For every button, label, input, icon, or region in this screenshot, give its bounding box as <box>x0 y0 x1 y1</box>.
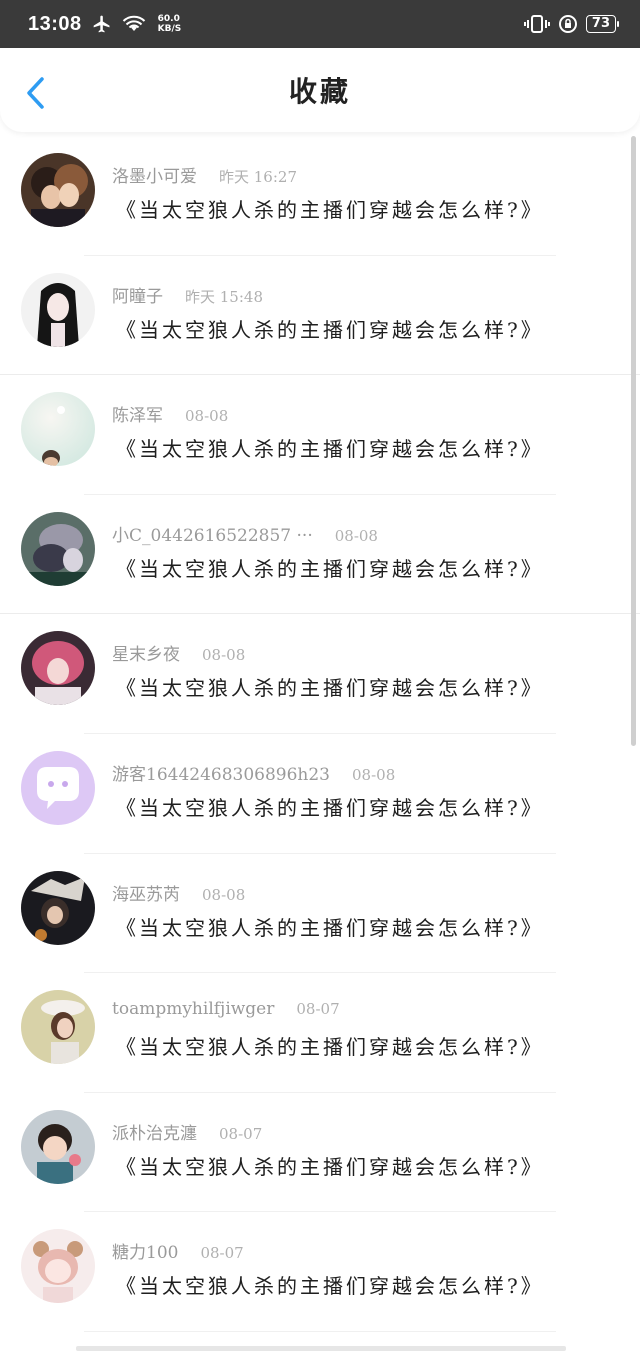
list-item[interactable]: 派朴治克瀍 08-07 《当太空狼人杀的主播们穿越会怎么样?》 <box>0 1093 640 1213</box>
wifi-icon <box>122 15 145 31</box>
list-item[interactable]: 糖力100 08-07 《当太空狼人杀的主播们穿越会怎么样?》 <box>0 1212 640 1332</box>
bottom-loading-bar <box>76 1346 566 1351</box>
network-speed-value: 60.0 <box>157 14 180 24</box>
rotation-lock-icon <box>558 15 577 33</box>
favorite-content[interactable]: 《当太空狼人杀的主播们穿越会怎么样?》 <box>116 194 544 223</box>
chevron-left-icon <box>27 77 44 109</box>
avatar[interactable] <box>21 870 95 945</box>
timestamp: 08-08 <box>334 526 378 545</box>
favorite-content[interactable]: 《当太空狼人杀的主播们穿越会怎么样?》 <box>116 912 544 941</box>
favorites-list: 洛墨小可爱 昨天 16:27 《当太空狼人杀的主播们穿越会怎么样?》 阿瞳子 昨… <box>0 136 640 1332</box>
list-item[interactable]: 洛墨小可爱 昨天 16:27 《当太空狼人杀的主播们穿越会怎么样?》 <box>0 136 640 256</box>
favorite-content[interactable]: 《当太空狼人杀的主播们穿越会怎么样?》 <box>116 314 544 343</box>
network-speed-unit: KB/S <box>157 24 182 34</box>
timestamp: 08-08 <box>185 407 229 426</box>
username[interactable]: 洛墨小可爱 <box>112 162 197 187</box>
timestamp: 08-07 <box>296 1000 340 1019</box>
username[interactable]: 陈泽军 <box>112 401 163 426</box>
timestamp: 08-07 <box>200 1244 244 1263</box>
list-item[interactable]: 陈泽军 08-08 《当太空狼人杀的主播们穿越会怎么样?》 <box>0 375 640 495</box>
page-title: 收藏 <box>288 75 351 108</box>
list-item[interactable]: 星末乡夜 08-08 《当太空狼人杀的主播们穿越会怎么样?》 <box>0 614 640 734</box>
timestamp: 08-08 <box>202 885 246 904</box>
back-button[interactable] <box>22 76 52 110</box>
list-item[interactable]: toampmyhilfjiwger 08-07 《当太空狼人杀的主播们穿越会怎么… <box>0 973 640 1093</box>
status-bar: 13:08 60.0 KB/S 73 <box>0 0 640 48</box>
avatar[interactable] <box>21 511 95 586</box>
top-nav-bar: 收藏 <box>0 48 640 132</box>
battery-indicator: 73 <box>585 15 620 33</box>
avatar[interactable] <box>21 750 95 825</box>
favorite-content[interactable]: 《当太空狼人杀的主播们穿越会怎么样?》 <box>116 1031 544 1060</box>
airplane-mode-icon <box>93 15 110 33</box>
timestamp: 昨天 15:48 <box>185 287 263 306</box>
favorite-content[interactable]: 《当太空狼人杀的主播们穿越会怎么样?》 <box>116 433 544 462</box>
list-item[interactable]: 小C_0442616522857 ··· 08-08 《当太空狼人杀的主播们穿越… <box>0 495 640 615</box>
favorite-content[interactable]: 《当太空狼人杀的主播们穿越会怎么样?》 <box>116 553 544 582</box>
status-time: 13:08 <box>28 12 82 35</box>
avatar[interactable] <box>21 153 95 227</box>
list-item[interactable]: 海巫苏芮 08-08 《当太空狼人杀的主播们穿越会怎么样?》 <box>0 854 640 974</box>
favorite-content[interactable]: 《当太空狼人杀的主播们穿越会怎么样?》 <box>116 792 544 821</box>
vibrate-icon <box>523 15 550 33</box>
timestamp: 昨天 16:27 <box>219 168 297 186</box>
username[interactable]: toampmyhilfjiwger <box>112 999 274 1019</box>
list-item[interactable]: 游客1644246830689​6h23 08-08 《当太空狼人杀的主播们穿越… <box>0 734 640 854</box>
timestamp: 08-07 <box>219 1124 263 1143</box>
username[interactable]: 派朴治克瀍 <box>112 1119 197 1144</box>
favorite-content[interactable]: 《当太空狼人杀的主播们穿越会怎么样?》 <box>116 1151 544 1180</box>
username[interactable]: 小C_0442616522857 ··· <box>112 521 313 546</box>
username[interactable]: 阿瞳子 <box>112 282 163 307</box>
list-item[interactable]: 阿瞳子 昨天 15:48 《当太空狼人杀的主播们穿越会怎么样?》 <box>0 256 640 376</box>
avatar[interactable] <box>21 392 95 467</box>
timestamp: 08-08 <box>202 646 246 665</box>
timestamp: 08-08 <box>352 765 396 784</box>
username[interactable]: 游客1644246830689​6h23 <box>112 760 330 785</box>
favorite-content[interactable]: 《当太空狼人杀的主播们穿越会怎么样?》 <box>116 1270 544 1299</box>
avatar[interactable] <box>21 1109 95 1184</box>
username[interactable]: 海巫苏芮 <box>112 880 180 905</box>
avatar[interactable] <box>21 1229 95 1304</box>
favorite-content[interactable]: 《当太空狼人杀的主播们穿越会怎么样?》 <box>116 672 544 701</box>
avatar[interactable] <box>21 631 95 706</box>
avatar[interactable] <box>21 990 95 1065</box>
network-speed: 60.0 KB/S <box>158 14 182 34</box>
username[interactable]: 糖力100 <box>112 1238 178 1263</box>
username[interactable]: 星末乡夜 <box>112 640 180 665</box>
avatar[interactable] <box>21 272 95 347</box>
scrollbar[interactable] <box>631 136 636 746</box>
